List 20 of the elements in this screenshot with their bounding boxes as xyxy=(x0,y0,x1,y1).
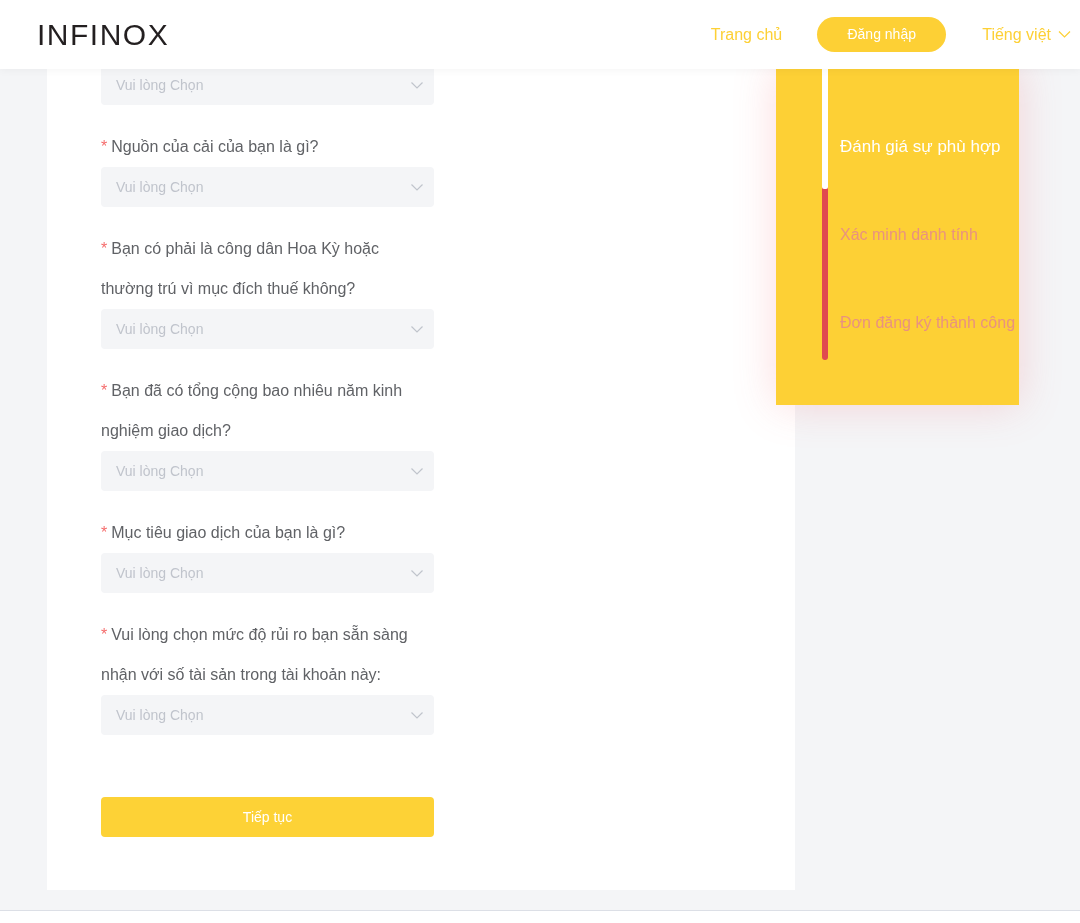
continue-button[interactable]: Tiếp tục xyxy=(101,797,434,837)
question-label: * Nguồn của cải của bạn là gì? xyxy=(101,137,320,157)
chevron-down-icon xyxy=(1058,31,1071,38)
chevron-down-icon xyxy=(411,570,423,577)
chevron-down-icon xyxy=(411,82,423,89)
chevron-down-icon xyxy=(411,326,423,333)
brand-logo[interactable]: INFINOX xyxy=(37,19,170,50)
chevron-down-icon xyxy=(411,468,423,475)
step-label: Đánh giá sự phù hợp xyxy=(840,136,1001,159)
language-selector[interactable]: Tiếng việt xyxy=(982,22,1071,47)
chevron-down-icon xyxy=(411,712,423,719)
question-label: * Bạn đã có tổng cộng bao nhiêu năm kinh nghiệm giao dịch? xyxy=(101,381,404,441)
login-button[interactable]: Đăng nhập xyxy=(817,17,947,52)
step-label: Xác minh danh tính xyxy=(840,225,978,245)
step-label: Đơn đăng ký thành công xyxy=(840,313,1016,333)
question-label: * Vui lòng chọn mức độ rủi ro bạn sẵn sàng nhận với số tài sản trong tài khoản này: xyxy=(101,624,409,685)
nav-link[interactable]: Trang chủ xyxy=(710,22,783,47)
question-label: * Mục tiêu giao dịch của bạn là gì? xyxy=(101,523,347,543)
chevron-down-icon xyxy=(411,184,423,191)
question-label: * Bạn có phải là công dân Hoa Kỳ hoặc thường trú vì mục đích thuế không? xyxy=(101,239,380,299)
